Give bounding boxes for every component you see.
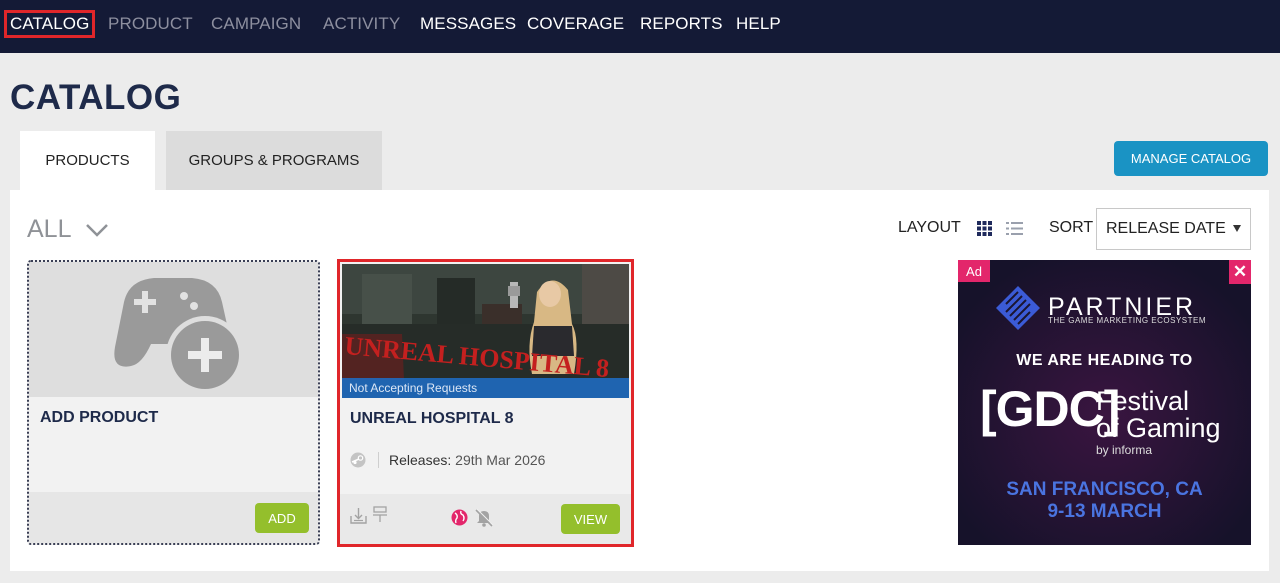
manage-catalog-button[interactable]: MANAGE CATALOG bbox=[1114, 141, 1268, 176]
nav-reports[interactable]: REPORTS bbox=[640, 14, 723, 34]
nav-coverage[interactable]: COVERAGE bbox=[527, 14, 624, 34]
product-title: UNREAL HOSPITAL 8 bbox=[350, 410, 514, 427]
sort-label: SORT bbox=[1049, 219, 1094, 236]
filter-value: ALL bbox=[27, 215, 72, 243]
category-filter[interactable]: ALL bbox=[27, 215, 109, 244]
add-product-image bbox=[29, 262, 318, 397]
ad-event-name-line-2: of Gaming bbox=[1096, 413, 1221, 443]
download-tray-icon[interactable] bbox=[350, 507, 367, 524]
ad-tagline: THE GAME MARKETING ECOSYSTEM bbox=[1048, 316, 1207, 325]
chevron-down-icon bbox=[86, 223, 109, 237]
grid-view-icon[interactable] bbox=[977, 221, 992, 236]
notifications-off-icon[interactable] bbox=[474, 508, 494, 527]
partnier-logo-icon bbox=[996, 286, 1040, 330]
ad-organizer: by informa bbox=[1096, 443, 1153, 457]
product-meta: Releases: 29th Mar 2026 bbox=[350, 452, 545, 468]
release-label: Releases: bbox=[389, 452, 452, 468]
ad-headline: WE ARE HEADING TO bbox=[1016, 352, 1193, 369]
caret-down-icon bbox=[1233, 225, 1241, 232]
add-product-title: ADD PRODUCT bbox=[40, 409, 159, 426]
view-button[interactable]: VIEW bbox=[561, 504, 620, 534]
tab-groups-programs[interactable]: GROUPS & PROGRAMS bbox=[166, 131, 382, 190]
advertisement[interactable]: Ad ✕ PARTNIER THE GAME MARKETING ECOSYST… bbox=[958, 260, 1251, 545]
pin-icon[interactable] bbox=[373, 506, 387, 523]
sort-select[interactable]: RELEASE DATE bbox=[1096, 208, 1251, 250]
ad-dates: 9-13 MARCH bbox=[1047, 501, 1162, 522]
add-product-card[interactable]: ADD PRODUCT ADD bbox=[27, 260, 320, 545]
release-date: 29th Mar 2026 bbox=[455, 452, 546, 468]
list-view-icon[interactable] bbox=[1006, 221, 1023, 236]
nav-messages[interactable]: MESSAGES bbox=[420, 14, 516, 34]
layout-label: LAYOUT bbox=[898, 219, 961, 236]
add-button[interactable]: ADD bbox=[255, 503, 309, 533]
ad-event-name-line-1: Festival bbox=[1096, 386, 1190, 416]
product-card-unreal-hospital-8[interactable]: UNREAL HOSPITAL 8 Not Accepting Requests… bbox=[337, 259, 634, 547]
nav-product[interactable]: PRODUCT bbox=[108, 14, 193, 34]
sort-value: RELEASE DATE bbox=[1106, 220, 1226, 237]
nav-help[interactable]: HELP bbox=[736, 14, 781, 34]
nav-activity[interactable]: ACTIVITY bbox=[323, 14, 400, 34]
request-status-banner: Not Accepting Requests bbox=[342, 378, 629, 398]
meta-separator bbox=[378, 452, 379, 468]
top-nav: CATALOG PRODUCT CAMPAIGN ACTIVITY MESSAG… bbox=[0, 0, 1280, 53]
tab-products[interactable]: PRODUCTS bbox=[20, 131, 155, 190]
gamepad-add-icon bbox=[114, 278, 244, 394]
nav-catalog[interactable]: CATALOG bbox=[3, 10, 96, 38]
ad-city: SAN FRANCISCO, CA bbox=[1006, 479, 1203, 500]
page-title: CATALOG bbox=[10, 78, 182, 117]
steam-icon bbox=[350, 452, 366, 468]
ad-event-name: Festival of Gaming bbox=[1096, 388, 1221, 442]
globe-icon[interactable] bbox=[451, 509, 468, 526]
ad-label: Ad bbox=[958, 260, 990, 282]
close-icon[interactable]: ✕ bbox=[1229, 260, 1251, 284]
nav-campaign[interactable]: CAMPAIGN bbox=[211, 14, 301, 34]
